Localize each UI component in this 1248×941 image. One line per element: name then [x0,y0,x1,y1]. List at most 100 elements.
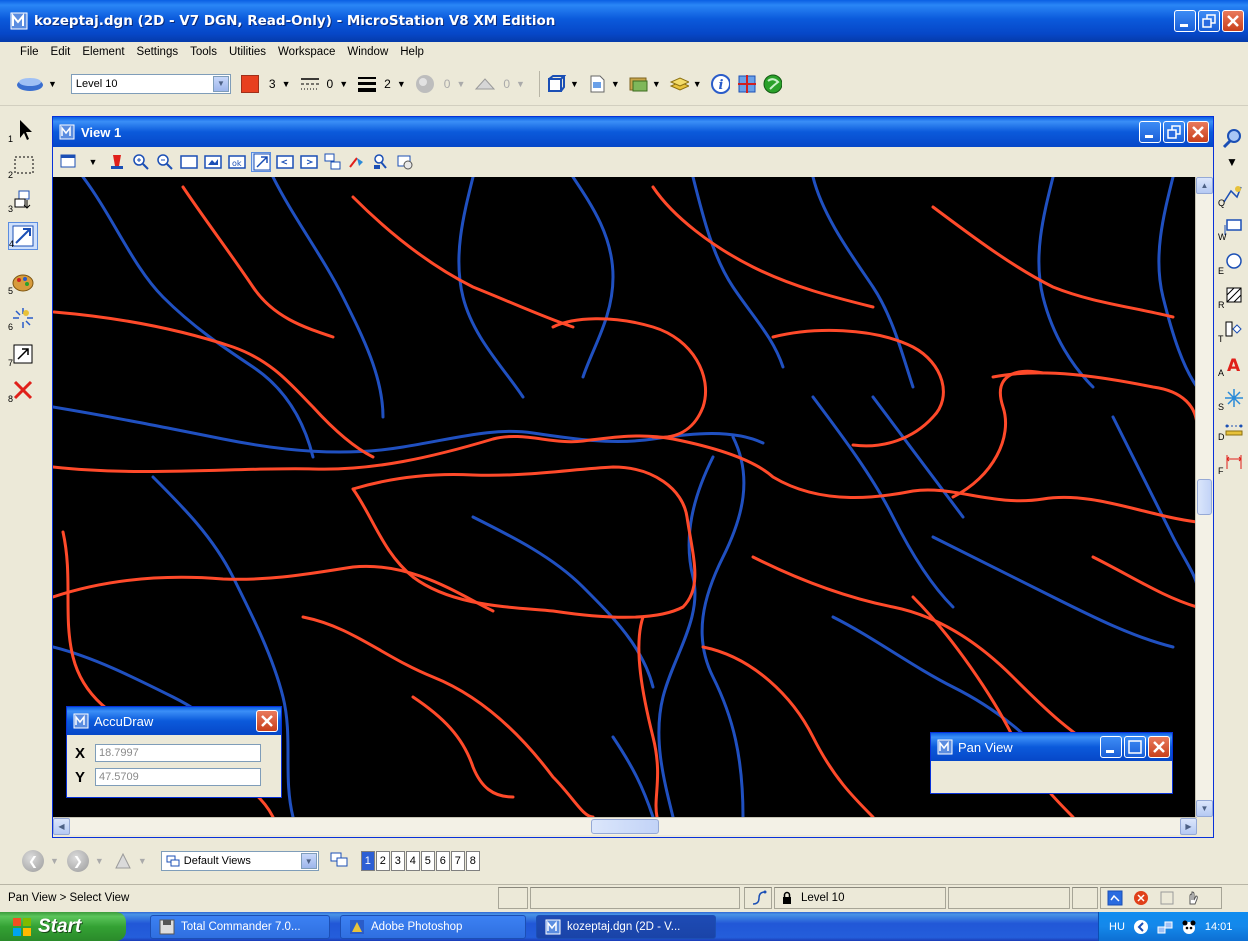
pan-view-maximize-button[interactable] [1124,736,1146,758]
transparency-dropdown[interactable]: ▼ [456,79,465,89]
minimize-button[interactable] [1174,10,1196,32]
restore-button[interactable] [1198,10,1220,32]
save-settings-icon[interactable] [1107,890,1123,906]
fence-tool[interactable]: 2 [8,152,38,180]
chevron-down-icon[interactable]: ▼ [570,79,579,89]
change-attributes-tool[interactable]: 5 [8,268,38,296]
design-history-icon[interactable] [1133,890,1149,906]
view-group-combo[interactable]: Default Views ▼ [160,851,319,871]
view-2-button[interactable]: 2 [375,851,390,871]
taskbar-adobe-photoshop[interactable]: Adobe Photoshop [340,915,526,939]
color-dropdown[interactable]: ▼ [282,79,291,89]
circle-tool[interactable]: E [1218,250,1246,276]
render-button[interactable] [395,152,415,172]
horizontal-scrollbar[interactable]: ◀ ▶ [53,817,1197,835]
chevron-down-icon[interactable]: ▼ [1218,150,1246,174]
pan-view-title-bar[interactable]: Pan View [931,733,1172,761]
references-button[interactable] [628,74,648,94]
project-explorer-button[interactable] [762,74,782,94]
cell-tool[interactable] [1218,126,1246,150]
measure-tool[interactable]: D [1218,416,1246,442]
taskbar-total-commander[interactable]: Total Commander 7.0... [150,915,330,939]
active-color-swatch[interactable] [240,74,259,93]
element-selection-tool[interactable]: 1 [8,116,38,144]
chevron-down-icon[interactable]: ▼ [83,152,103,172]
view-close-button[interactable] [1187,121,1209,143]
view-5-button[interactable]: 5 [420,851,435,871]
active-level-combo[interactable]: Level 10 ▼ [70,73,231,94]
element-selection-button[interactable] [546,74,566,94]
view-previous-button[interactable] [275,152,295,172]
menu-edit[interactable]: Edit [45,46,77,58]
modify-tool[interactable]: 4 [8,222,38,250]
zoom-in-button[interactable] [131,152,151,172]
network-icon[interactable] [1157,919,1173,935]
menu-tools[interactable]: Tools [184,46,223,58]
view-8-button[interactable]: 8 [465,851,480,871]
menu-file[interactable]: File [14,46,45,58]
x-value-field[interactable]: 18.7997 [95,744,261,762]
chevron-down-icon[interactable]: ▼ [611,79,620,89]
menu-window[interactable]: Window [341,46,394,58]
line-style-dropdown[interactable]: ▼ [339,79,348,89]
file-status-icon[interactable] [1159,890,1175,906]
point-tool[interactable]: S [1218,386,1246,412]
pan-view-close-button[interactable] [1148,736,1170,758]
chevron-down-icon[interactable]: ▼ [95,856,104,866]
view-attributes-button[interactable] [59,152,79,172]
element-info-button[interactable]: i [710,73,730,94]
snap-mode-cell[interactable] [744,887,772,909]
pan-view-minimize-button[interactable] [1100,736,1122,758]
view-7-button[interactable]: 7 [450,851,465,871]
view-groups-manager-button[interactable] [329,850,351,873]
chevron-down-icon[interactable]: ▼ [50,856,59,866]
scroll-down-button[interactable]: ▼ [1196,800,1213,817]
menu-utilities[interactable]: Utilities [223,46,272,58]
pan-view-button[interactable] [251,152,271,172]
view-4-button[interactable]: 4 [405,851,420,871]
zoom-out-button[interactable] [155,152,175,172]
clip-volume-button[interactable] [371,152,391,172]
hatch-tool[interactable]: R [1218,284,1246,310]
copy-view-button[interactable] [323,152,343,172]
scroll-up-button[interactable]: ▲ [1196,177,1213,194]
menu-help[interactable]: Help [394,46,430,58]
menu-workspace[interactable]: Workspace [272,46,341,58]
delete-part-tool[interactable]: 6 [8,304,38,332]
fit-view-button[interactable] [203,152,223,172]
view-6-button[interactable]: 6 [435,851,450,871]
accudraw-close-button[interactable] [256,710,278,732]
y-value-field[interactable]: 47.5709 [95,768,261,786]
menu-settings[interactable]: Settings [131,46,185,58]
update-view-button[interactable] [107,152,127,172]
camera-button[interactable] [347,152,367,172]
level-manager-button[interactable]: ▼ [14,72,65,96]
accudraw-title-bar[interactable]: AccuDraw [67,707,281,735]
scroll-left-button[interactable]: ◀ [53,818,70,835]
close-button[interactable] [1222,10,1244,32]
vertical-scroll-thumb[interactable] [1197,479,1212,515]
view-title-bar[interactable]: View 1 [53,117,1213,147]
polygon-tool[interactable]: W [1218,216,1246,242]
view-3-button[interactable]: 3 [390,851,405,871]
level-manager-stack-button[interactable] [669,74,689,94]
priority-dropdown[interactable]: ▼ [516,79,525,89]
language-indicator[interactable]: HU [1109,921,1125,933]
vertical-scrollbar[interactable]: ▲ ▼ [1195,177,1213,817]
text-tool[interactable]: A A [1218,352,1246,378]
chevron-down-icon[interactable]: ▼ [138,856,147,866]
start-button[interactable]: Start [0,912,126,941]
window-area-button[interactable] [179,152,199,172]
tray-arrow-icon[interactable] [1133,919,1149,935]
rotate-view-button[interactable]: ok [227,152,247,172]
scroll-right-button[interactable]: ▶ [1180,818,1197,835]
manipulate-tool[interactable]: 3 [8,186,38,214]
dimension-tool[interactable]: F [1218,450,1246,476]
taskbar-microstation[interactable]: kozeptaj.dgn (2D - V... [536,915,716,939]
back-button[interactable]: ❮ [22,850,44,872]
view-minimize-button[interactable] [1139,121,1161,143]
view-1-button[interactable]: 1 [360,851,375,871]
status-level-cell[interactable]: Level 10 [774,887,946,909]
hand-icon[interactable] [1185,890,1201,906]
menu-element[interactable]: Element [76,46,130,58]
